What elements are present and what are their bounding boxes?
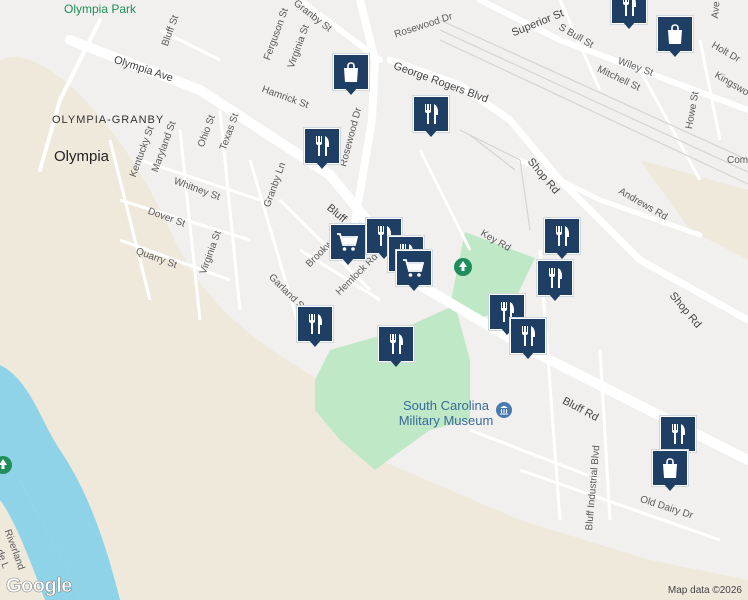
pin-pointer [341,257,355,265]
map-pin[interactable] [510,318,546,360]
pin-marker[interactable] [378,326,414,362]
pin-pointer [407,283,421,291]
map-attribution[interactable]: Map data ©2026 [668,585,742,596]
pin-marker[interactable] [537,260,573,296]
pin-pointer [668,49,682,57]
museum-name-line-1: South Carolina [403,398,489,413]
pin-pointer [521,351,535,359]
map-pin[interactable] [544,218,580,260]
pin-marker[interactable] [330,224,366,260]
pin-pointer [315,161,329,169]
pin-marker[interactable] [510,318,546,354]
map-pin[interactable] [304,128,340,170]
pin-pointer [424,129,438,137]
map-pin[interactable] [537,260,573,302]
museum-label[interactable]: South Carolina Military Museum [386,398,506,428]
map-canvas[interactable]: Olympia Park OLYMPIA-GRANBY Olympia Gran… [0,0,748,600]
pin-pointer [555,251,569,259]
map-pin[interactable] [333,54,369,96]
pin-pointer [344,87,358,95]
museum-name-line-2: Military Museum [398,413,494,428]
pin-marker[interactable] [657,16,693,52]
map-pin[interactable] [413,96,449,138]
street-label: Com [727,155,748,166]
pin-marker[interactable] [297,306,333,342]
map-pin[interactable] [657,16,693,58]
map-pin[interactable] [652,450,688,492]
neighborhood-label: OLYMPIA-GRANBY [52,114,165,126]
pin-marker[interactable] [333,54,369,90]
pin-marker[interactable] [413,96,449,132]
museum-icon[interactable] [496,402,512,418]
city-label: Olympia [54,148,110,165]
map-pin[interactable] [611,0,647,30]
park-icon[interactable] [0,456,12,474]
pin-marker[interactable] [396,250,432,286]
map-pin[interactable] [378,326,414,368]
pin-pointer [308,339,322,347]
pin-pointer [622,21,636,29]
pin-pointer [389,359,403,367]
pin-pointer [663,483,677,491]
street-label: Ave [710,1,723,19]
pin-marker[interactable] [652,450,688,486]
pin-marker[interactable] [544,218,580,254]
pin-marker[interactable] [660,416,696,452]
map-pin[interactable] [330,224,366,266]
map-pin[interactable] [396,250,432,292]
pin-pointer [548,293,562,301]
pin-marker[interactable] [304,128,340,164]
map-pin[interactable] [297,306,333,348]
park-label: Olympia Park [64,2,137,16]
google-logo: Google [6,575,73,598]
park-icon[interactable] [454,258,472,276]
